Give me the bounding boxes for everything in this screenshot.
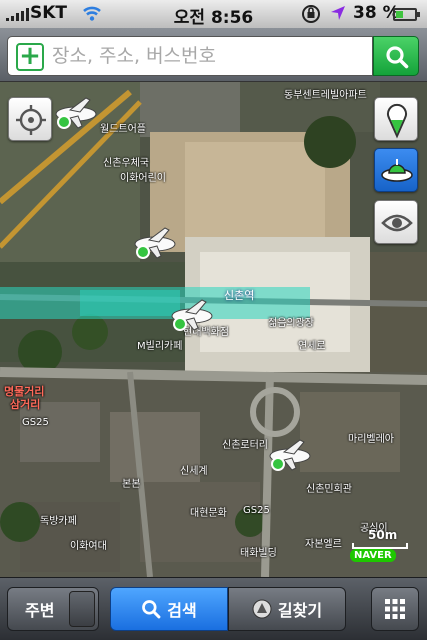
map-label[interactable]: 연세로: [298, 337, 326, 352]
plane-marker-icon[interactable]: [266, 438, 312, 474]
map-label[interactable]: M빌리카페: [137, 337, 182, 352]
search-input[interactable]: [52, 41, 362, 71]
search-bar: +: [0, 28, 427, 82]
search-button[interactable]: [373, 36, 419, 76]
search-tab[interactable]: 검색: [110, 587, 228, 631]
map-label[interactable]: 신세계: [180, 462, 208, 477]
map-label[interactable]: 마리벨레아: [348, 430, 394, 445]
ufo-icon: [381, 159, 413, 182]
menu-button[interactable]: [371, 587, 419, 631]
search-icon: [386, 46, 409, 69]
plane-marker-icon[interactable]: [131, 226, 177, 262]
toggle-knob[interactable]: [69, 591, 95, 627]
map-label[interactable]: 이화어린이: [120, 169, 166, 184]
map-label[interactable]: 동부센트레빌아파트: [284, 86, 367, 101]
location-arrow-icon: [330, 5, 346, 26]
map-label[interactable]: 월드트어플: [100, 120, 146, 135]
plane-marker-icon[interactable]: [168, 298, 214, 334]
map-label[interactable]: 대현문화: [190, 504, 227, 519]
bottom-toolbar: 주변 검색 길찾기: [0, 577, 427, 640]
route-tab-label: 길찾기: [277, 601, 323, 620]
map-label[interactable]: 신촌민회관: [306, 480, 352, 495]
map-label[interactable]: GS25: [243, 505, 270, 516]
eye-icon: [381, 214, 413, 232]
plus-icon[interactable]: +: [16, 43, 44, 71]
map-view[interactable]: 신촌역 동부센트레빌아파트 월드트어플 신촌우체국 이화어린이 젊음의광장 M빌…: [0, 82, 427, 577]
search-field: +: [7, 36, 373, 76]
ufo-view-button[interactable]: [374, 148, 418, 192]
map-label[interactable]: 젊음의광장: [268, 314, 314, 329]
battery-icon: [393, 8, 420, 21]
map-label[interactable]: 자본엘르: [305, 535, 342, 550]
map-label[interactable]: 태화빌딩: [240, 544, 277, 559]
map-label[interactable]: 삼거리: [10, 396, 40, 412]
map-label-station[interactable]: 신촌역: [224, 287, 254, 303]
current-location-button[interactable]: [8, 97, 52, 141]
nearby-toggle[interactable]: 주변: [7, 587, 99, 631]
search-tab-label: 검색: [167, 601, 197, 620]
nearby-label: 주변: [25, 601, 55, 620]
map-label[interactable]: GS25: [22, 417, 49, 428]
rotation-lock-icon: [300, 4, 322, 29]
route-icon: [252, 599, 272, 619]
map-label[interactable]: 신촌우체국: [103, 154, 149, 169]
scale-label: 50m: [368, 528, 398, 542]
plane-marker-icon[interactable]: [52, 96, 98, 132]
street-view-button[interactable]: [374, 200, 418, 244]
route-tab[interactable]: 길찾기: [228, 587, 346, 631]
naver-logo: NAVER: [350, 549, 396, 562]
pin-button[interactable]: [374, 97, 418, 141]
crosshair-icon: [16, 105, 46, 135]
search-icon: [142, 600, 161, 619]
pin-icon: [387, 103, 407, 139]
grid-icon: [385, 599, 405, 619]
map-label[interactable]: 신촌로터리: [222, 436, 268, 451]
map-label[interactable]: 본본: [122, 475, 140, 490]
map-label[interactable]: 독방카페: [40, 512, 77, 527]
status-bar: SKT 오전 8:56 38 %: [0, 0, 427, 28]
map-label[interactable]: 이화여대: [70, 537, 107, 552]
